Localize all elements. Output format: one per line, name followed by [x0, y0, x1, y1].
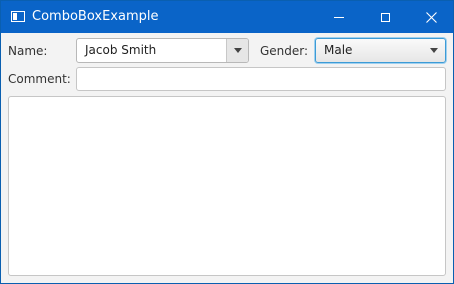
- comment-label: Comment:: [8, 72, 71, 86]
- maximize-icon: [380, 12, 390, 22]
- close-icon: [425, 11, 437, 23]
- gender-combobox[interactable]: Male: [315, 38, 446, 63]
- chevron-down-icon: [233, 48, 242, 53]
- minimize-button[interactable]: [316, 1, 362, 33]
- gender-combobox-arrow[interactable]: [423, 39, 445, 62]
- window-icon: [11, 11, 25, 22]
- text-area[interactable]: [8, 96, 446, 276]
- gender-label: Gender:: [260, 44, 309, 58]
- comment-field[interactable]: [76, 67, 446, 91]
- content-area: Name: Jacob Smith Gender: Male Comment:: [1, 33, 453, 283]
- name-combobox-value: Jacob Smith: [85, 43, 157, 57]
- minimize-icon: [334, 16, 344, 18]
- app-window: ComboBoxExample Name: Jacob Smith Gender…: [0, 0, 454, 284]
- maximize-button[interactable]: [362, 1, 408, 33]
- gender-combobox-value: Male: [324, 43, 353, 57]
- name-label: Name:: [8, 44, 48, 58]
- name-combobox-arrow[interactable]: [226, 39, 248, 62]
- close-button[interactable]: [408, 1, 454, 33]
- title-bar[interactable]: ComboBoxExample: [1, 1, 453, 33]
- window-title: ComboBoxExample: [32, 9, 159, 24]
- name-combobox[interactable]: Jacob Smith: [76, 38, 249, 63]
- chevron-down-icon: [430, 48, 438, 53]
